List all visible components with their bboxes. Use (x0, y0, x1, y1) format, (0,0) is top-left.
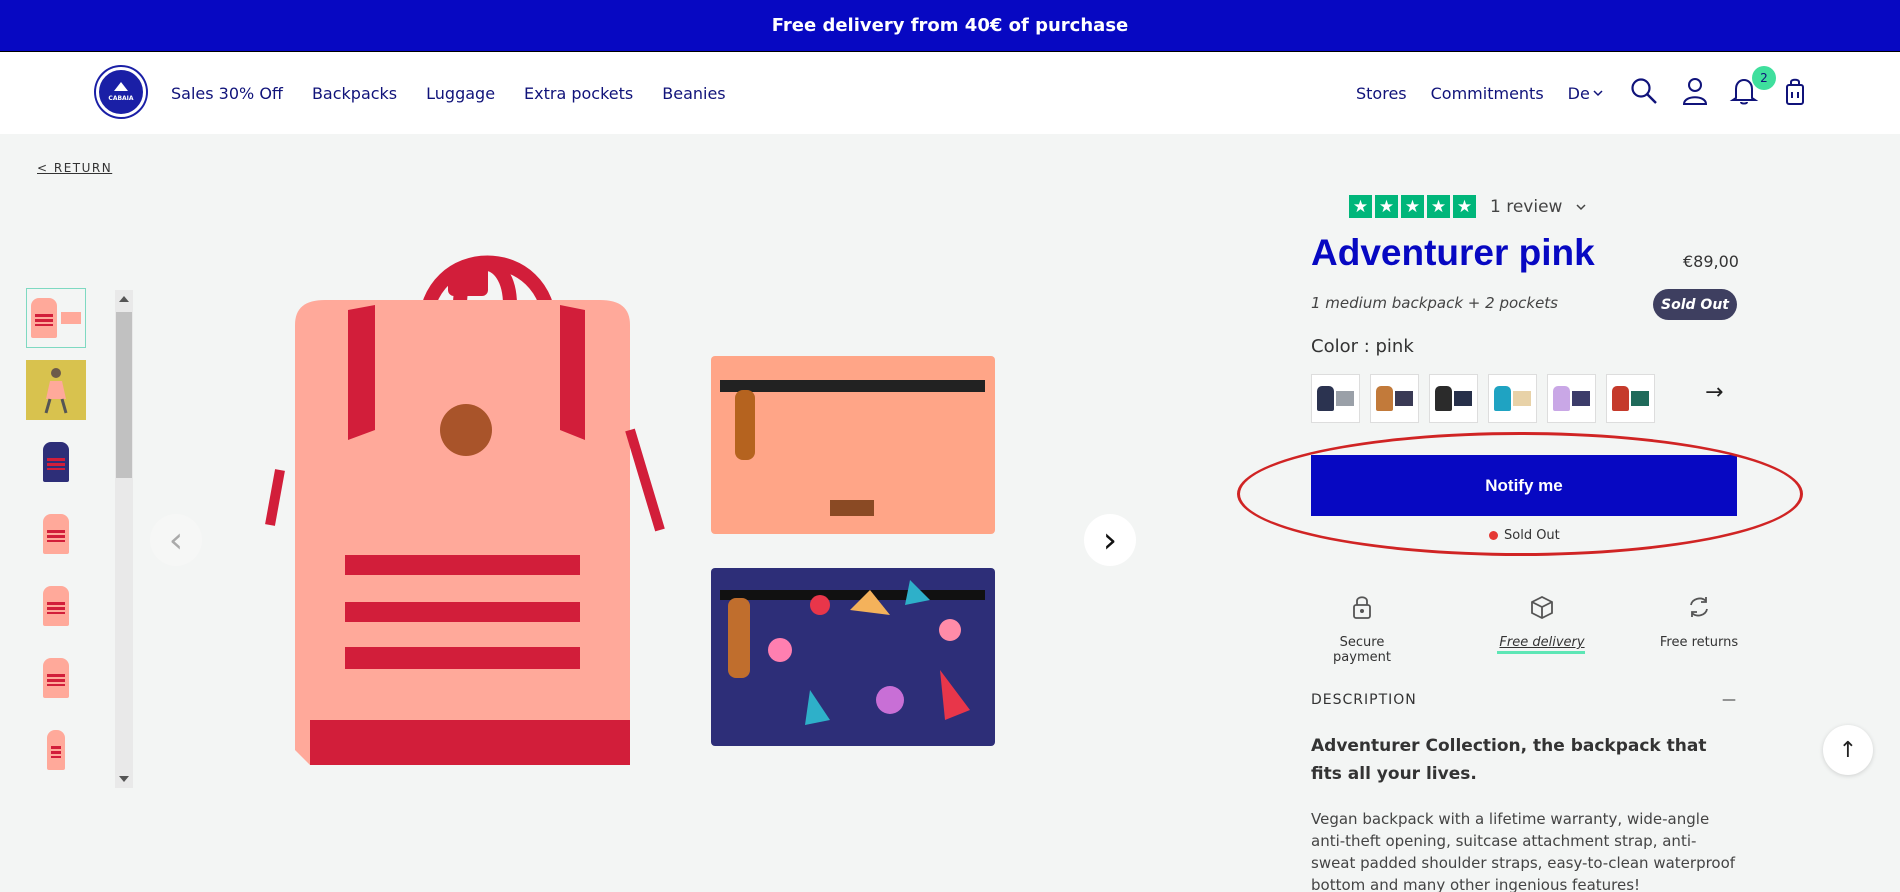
chevron-down-icon (1593, 90, 1603, 97)
star-icon: ★ (1401, 195, 1424, 218)
returns-icon (1690, 597, 1708, 617)
chevron-left-icon: ‹ (168, 519, 184, 561)
next-image-button[interactable]: › (1084, 514, 1136, 566)
stock-status: Sold Out (1489, 528, 1560, 543)
person-icon (44, 368, 68, 414)
return-link[interactable]: < RETURN (37, 161, 112, 175)
feature-label: Free returns (1659, 635, 1739, 650)
feature-free-delivery[interactable]: Free delivery (1497, 593, 1587, 654)
nav-stores[interactable]: Stores (1356, 84, 1407, 103)
feature-free-returns: Free returns (1659, 593, 1739, 650)
collapse-icon[interactable]: — (1722, 692, 1737, 708)
feature-label: Free delivery (1499, 635, 1585, 650)
nav-extra-pockets[interactable]: Extra pockets (524, 84, 633, 103)
stock-status-label: Sold Out (1504, 528, 1560, 543)
user-icon[interactable] (1680, 76, 1710, 106)
promo-text: Free delivery from 40€ of purchase (771, 15, 1129, 36)
star-icon: ★ (1375, 195, 1398, 218)
color-swatches (1311, 374, 1655, 423)
nav-beanies[interactable]: Beanies (662, 84, 725, 103)
shopping-bag-icon[interactable] (1780, 76, 1810, 106)
description-body: Vegan backpack with a lifetime warranty,… (1311, 810, 1736, 892)
star-icon: ★ (1427, 195, 1450, 218)
promo-banner: Free delivery from 40€ of purchase (0, 0, 1900, 52)
package-icon (1531, 595, 1553, 620)
star-icon: ★ (1453, 195, 1476, 218)
color-swatch[interactable] (1429, 374, 1478, 423)
nav-luggage[interactable]: Luggage (426, 84, 495, 103)
product-price: €89,00 (1683, 252, 1739, 271)
prev-image-button[interactable]: ‹ (150, 514, 202, 566)
thumbnail-side[interactable] (26, 720, 86, 780)
main-nav: Sales 30% Off Backpacks Luggage Extra po… (171, 52, 726, 134)
feature-secure-payment: Secure payment (1311, 593, 1413, 665)
language-label: De (1567, 83, 1590, 103)
secondary-nav: Stores Commitments De (1356, 52, 1627, 134)
review-count: 1 review (1490, 196, 1563, 217)
description-heading: DESCRIPTION (1311, 692, 1417, 708)
status-dot-icon (1489, 531, 1498, 540)
scrollbar-thumb[interactable] (116, 312, 132, 478)
thumbnail-lifestyle[interactable] (26, 360, 86, 420)
thumbnail-list (26, 288, 90, 792)
thumbnail-open[interactable] (26, 576, 86, 636)
lock-icon (1353, 596, 1371, 619)
scroll-up-icon[interactable] (119, 296, 129, 302)
swatch-next-arrow-icon[interactable]: → (1705, 380, 1723, 405)
color-label: Color : pink (1311, 336, 1414, 357)
feature-list: Secure payment Free delivery Free return… (1311, 593, 1739, 665)
nav-commitments[interactable]: Commitments (1431, 84, 1544, 103)
color-swatch[interactable] (1311, 374, 1360, 423)
logo-mountain-icon (114, 82, 128, 91)
nav-backpacks[interactable]: Backpacks (312, 84, 397, 103)
arrow-up-icon: ↑ (1838, 737, 1858, 763)
thumbnail-front-pockets[interactable] (26, 288, 86, 348)
product-image (265, 255, 995, 765)
description-lead: Adventurer Collection, the backpack that… (1311, 736, 1707, 784)
notification-badge: 2 (1752, 66, 1776, 90)
thumbnail-scrollbar[interactable] (115, 290, 133, 788)
product-title: Adventurer pink (1311, 232, 1595, 273)
feature-label: Secure payment (1333, 635, 1391, 665)
feature-underline (1497, 651, 1585, 654)
notify-me-button[interactable]: Notify me (1311, 455, 1737, 516)
product-subtitle: 1 medium backpack + 2 pockets (1311, 294, 1558, 312)
review-summary[interactable]: ★ ★ ★ ★ ★ 1 review (1349, 195, 1586, 218)
sold-out-badge: Sold Out (1653, 289, 1737, 320)
scroll-to-top-button[interactable]: ↑ (1823, 725, 1873, 775)
color-swatch[interactable] (1370, 374, 1419, 423)
star-icon: ★ (1349, 195, 1372, 218)
nav-sales[interactable]: Sales 30% Off (171, 84, 283, 103)
chevron-right-icon: › (1102, 519, 1118, 561)
color-swatch[interactable] (1547, 374, 1596, 423)
thumbnail-navy-pocket[interactable] (26, 432, 86, 492)
scroll-down-icon[interactable] (119, 776, 129, 782)
color-swatch[interactable] (1488, 374, 1537, 423)
search-icon[interactable] (1629, 76, 1659, 106)
site-header: CABAIA Sales 30% Off Backpacks Luggage E… (0, 52, 1900, 134)
thumbnail-strap[interactable] (26, 648, 86, 708)
rating-stars: ★ ★ ★ ★ ★ (1349, 195, 1476, 218)
logo[interactable]: CABAIA (96, 67, 146, 117)
logo-text: CABAIA (108, 95, 134, 102)
description-accordion[interactable]: DESCRIPTION — (1311, 692, 1737, 708)
language-selector[interactable]: De (1568, 84, 1603, 103)
chevron-down-icon (1576, 203, 1586, 210)
color-swatch[interactable] (1606, 374, 1655, 423)
thumbnail-back[interactable] (26, 504, 86, 564)
